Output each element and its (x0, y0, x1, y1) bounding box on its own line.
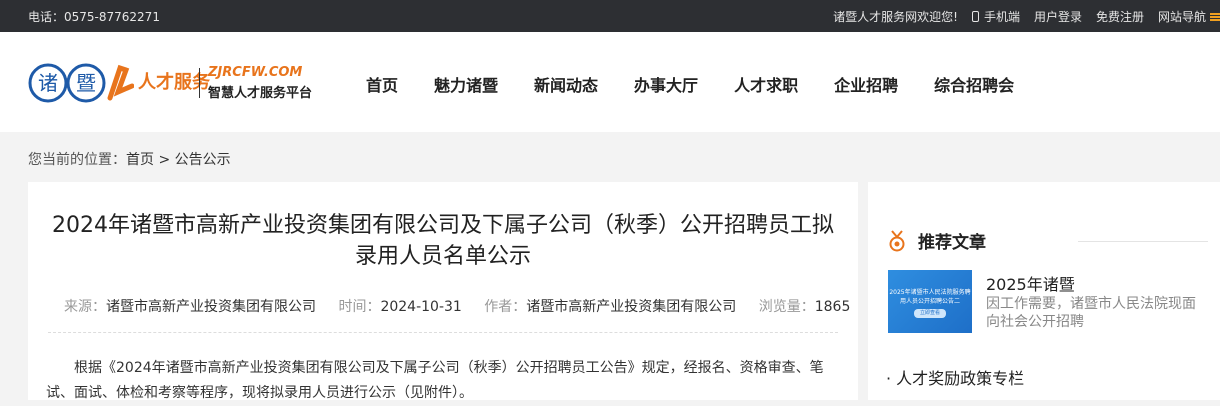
welcome-text: 诸暨人才服务网欢迎您! (833, 10, 958, 24)
article-title: 2024年诸暨市高新产业投资集团有限公司及下属子公司（秋季）公开招聘员工拟录用人… (52, 213, 834, 269)
nav-job-seeking[interactable]: 人才求职 (734, 72, 798, 96)
author-label: 作者： (484, 299, 527, 315)
logo-slogan: 智慧人才服务平台 (208, 86, 313, 101)
register-link[interactable]: 免费注册 (1096, 8, 1144, 25)
breadcrumb: 您当前的位置：首页 > 公告公示 (28, 149, 231, 169)
time-label: 时间： (338, 299, 381, 315)
thumbnail-text: 2025年诸暨市人民法院服务聘用人员公开招聘公告二 (889, 289, 971, 305)
mobile-link[interactable]: 手机端 (971, 8, 1020, 25)
nav-news[interactable]: 新闻动态 (534, 72, 598, 96)
nav-charm-zhuji[interactable]: 魅力诸暨 (434, 72, 498, 96)
recommended-article-summary: 因工作需要，诸暨市人民法院现面向社会公开招聘 (986, 296, 1196, 330)
nav-service-hall[interactable]: 办事大厅 (634, 72, 698, 96)
views-label: 浏览量： (758, 299, 815, 315)
medal-icon (889, 229, 905, 251)
sidebar-divider (1078, 241, 1208, 242)
seal-char-1: 诸 (38, 71, 58, 95)
recommended-header: 推荐文章 (888, 228, 986, 253)
logo-seal-icon: 诸 暨 (28, 63, 134, 103)
meta-divider (48, 332, 838, 333)
article-meta: 来源：诸暨市高新产业投资集团有限公司 时间：2024-10-31 作者：诸暨市高… (64, 296, 850, 316)
nav-job-fair[interactable]: 综合招聘会 (934, 72, 1014, 96)
recommended-article-title[interactable]: 2025年诸暨 (986, 271, 1075, 295)
author-value: 诸暨市高新产业投资集团有限公司 (526, 299, 737, 315)
breadcrumb-prefix: 您当前的位置： (28, 152, 126, 168)
breadcrumb-home[interactable]: 首页 (126, 152, 154, 168)
top-bar: 电话：0575-87762271 诸暨人才服务网欢迎您! 手机端 用户登录 免费… (0, 0, 1220, 32)
policy-column-link[interactable]: · 人才奖励政策专栏 (886, 365, 1024, 389)
logo-separator (199, 68, 200, 98)
site-nav-link[interactable]: 网站导航 (1158, 8, 1220, 25)
recommended-title: 推荐文章 (918, 233, 986, 253)
seal-char-2: 暨 (76, 71, 96, 95)
article-body: 根据《2024年诸暨市高新产业投资集团有限公司及下属子公司（秋季）公开招聘员工公… (46, 360, 824, 401)
main-nav: 首页 魅力诸暨 新闻动态 办事大厅 人才求职 企业招聘 综合招聘会 (366, 72, 1014, 96)
thumbnail-button: 立即查看 (913, 309, 946, 318)
site-logo[interactable]: 诸 暨 人才服务 ZJRCFW.COM 智慧人才服务平台 (28, 60, 318, 106)
breadcrumb-current[interactable]: 公告公示 (175, 152, 231, 168)
nav-home[interactable]: 首页 (366, 72, 398, 96)
logo-domain: ZJRCFW.COM (208, 65, 303, 80)
header: 诸 暨 人才服务 ZJRCFW.COM 智慧人才服务平台 首页 魅力诸暨 新闻动… (0, 32, 1220, 132)
contact-phone: 电话：0575-87762271 (28, 10, 160, 24)
top-links: 诸暨人才服务网欢迎您! 手机端 用户登录 免费注册 网站导航 (833, 8, 1220, 25)
breadcrumb-separator: > (158, 152, 171, 168)
sidebar: 推荐文章 2025年诸暨市人民法院服务聘用人员公开招聘公告二 立即查看 2025… (868, 182, 1220, 400)
mobile-phone-icon (971, 11, 979, 22)
menu-icon (1210, 13, 1220, 21)
source-label: 来源： (64, 299, 106, 315)
login-link[interactable]: 用户登录 (1034, 8, 1082, 25)
source-value: 诸暨市高新产业投资集团有限公司 (106, 299, 316, 315)
recommended-thumbnail[interactable]: 2025年诸暨市人民法院服务聘用人员公开招聘公告二 立即查看 (888, 270, 972, 333)
views-value: 1865 (814, 299, 851, 315)
article-panel: 2024年诸暨市高新产业投资集团有限公司及下属子公司（秋季）公开招聘员工拟录用人… (28, 182, 858, 401)
time-value: 2024-10-31 (380, 299, 462, 315)
nav-recruitment[interactable]: 企业招聘 (834, 72, 898, 96)
